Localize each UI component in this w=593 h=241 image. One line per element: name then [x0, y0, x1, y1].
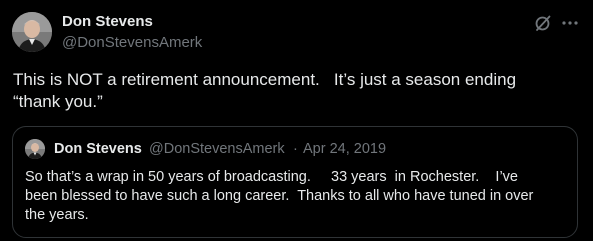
quoted-author-name[interactable]: Don Stevens [54, 141, 142, 157]
quoted-author-handle[interactable]: @DonStevensAmerk [149, 141, 285, 157]
more-icon[interactable] [560, 13, 580, 33]
tweet-card: Don Stevens @DonStevensAmerk This is NOT… [0, 0, 593, 241]
author-name[interactable]: Don Stevens [62, 13, 153, 30]
quoted-tweet-text: So that’s a wrap in 50 years of broadcas… [25, 169, 534, 223]
author-handle[interactable]: @DonStevensAmerk [62, 34, 202, 51]
quoted-date[interactable]: Apr 24, 2019 [303, 141, 386, 157]
quoted-separator: · [293, 141, 298, 157]
quoted-author-avatar[interactable] [25, 139, 45, 159]
grok-icon[interactable] [534, 14, 552, 32]
tweet-text: This is NOT a retirement announcement. I… [13, 70, 517, 111]
quoted-tweet[interactable]: Don Stevens @DonStevensAmerk · Apr 24, 2… [12, 126, 578, 238]
author-avatar[interactable] [12, 12, 52, 52]
